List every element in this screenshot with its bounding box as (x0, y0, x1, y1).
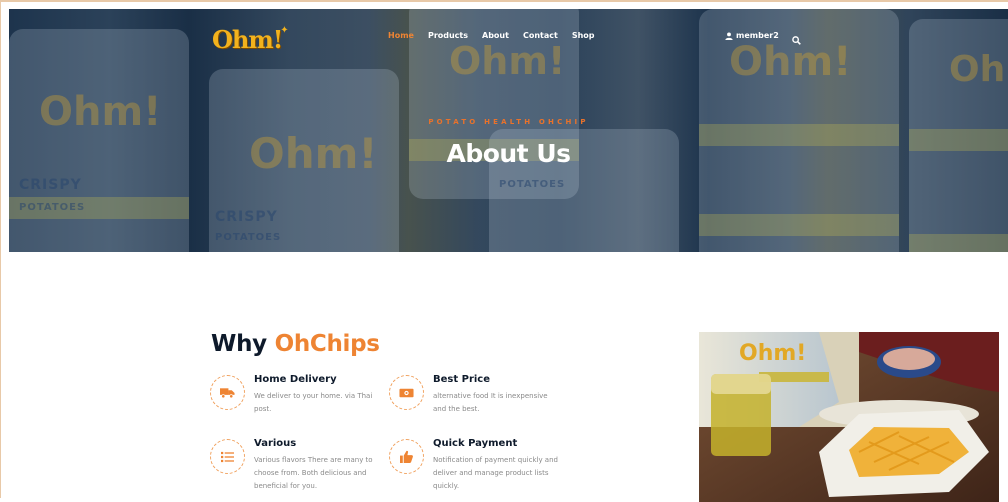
feature-description: We deliver to your home. via Thai post. (254, 392, 373, 413)
list-icon (221, 451, 234, 462)
thumbs-up-icon (400, 450, 413, 463)
feature-description: Notification of payment quickly and deli… (433, 456, 558, 490)
nav-products[interactable]: Products (428, 31, 468, 40)
section-title-accent: OhChips (274, 331, 380, 357)
nav-shop[interactable]: Shop (572, 31, 595, 40)
feature-title: Home Delivery (254, 374, 337, 385)
user-account-link[interactable]: member2 (725, 31, 779, 40)
hero-banner: Ohm! CRISPY POTATOES Ohm! CRISPY POTATOE… (9, 9, 1008, 252)
top-navbar: Ohm! ✦ Home Products About Contact Shop m… (9, 9, 1008, 59)
nav-about[interactable]: About (482, 31, 509, 40)
product-photo: Ohm! (699, 332, 999, 502)
feature-icon-wrap (389, 439, 424, 474)
feature-description: alternative food It is inexpensive and t… (433, 392, 548, 413)
user-icon (725, 31, 733, 40)
feature-icon-wrap (210, 439, 245, 474)
main-menu: Home Products About Contact Shop (388, 31, 609, 40)
feature-title: Various (254, 438, 297, 449)
nav-home[interactable]: Home (388, 31, 414, 40)
search-button[interactable] (792, 30, 801, 49)
money-icon (399, 388, 414, 397)
user-name: member2 (736, 31, 779, 40)
chips-and-drink-image: Ohm! (699, 332, 999, 502)
search-icon (792, 36, 801, 45)
brand-logo[interactable]: Ohm! ✦ (212, 25, 291, 54)
feature-description: Various flavors There are many to choose… (254, 456, 373, 490)
feature-title: Best Price (433, 374, 491, 385)
feature-title: Quick Payment (433, 438, 518, 449)
section-title-prefix: Why (211, 331, 267, 357)
svg-text:Ohm!: Ohm! (739, 341, 806, 366)
feature-icon-wrap (389, 375, 424, 410)
section-title: Why OhChips (211, 331, 380, 357)
feature-icon-wrap (210, 375, 245, 410)
page-title: About Us (446, 139, 571, 168)
delivery-truck-icon (220, 387, 235, 398)
nav-contact[interactable]: Contact (523, 31, 558, 40)
hero-eyebrow: POTATO HEALTH OHCHIP (428, 118, 589, 126)
